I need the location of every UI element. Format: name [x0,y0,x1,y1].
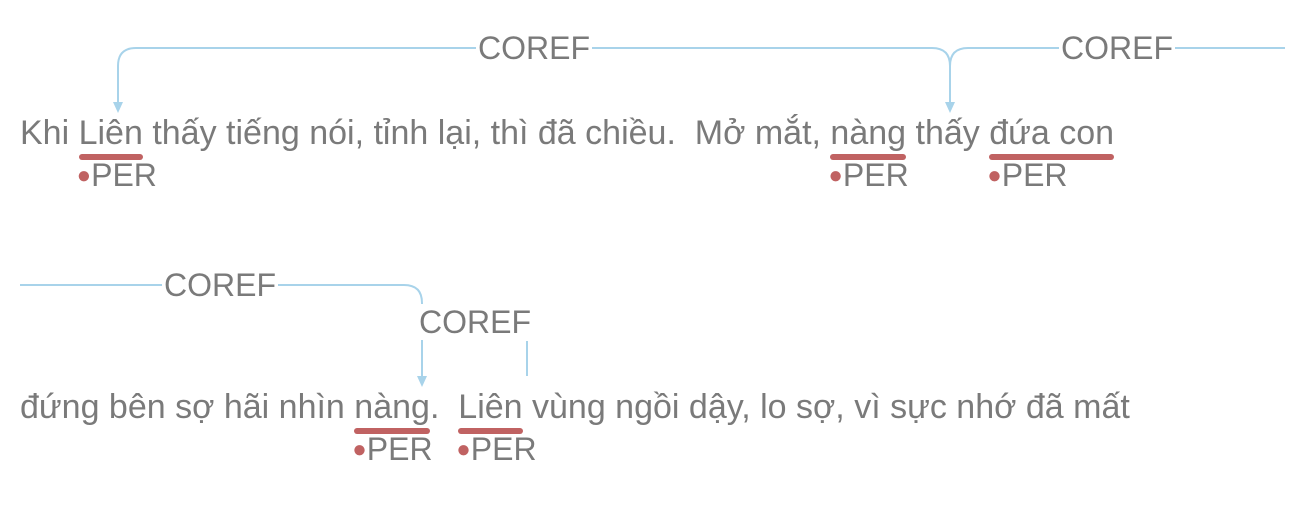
text-span: . [429,388,459,426]
entity-tag: ●PER [76,157,157,193]
coref-label-2: COREF [1059,30,1175,66]
arrowhead-3 [417,376,427,387]
text-span: vùng ngồi dậy, lo sợ, vì sực nhớ đã mất [522,388,1130,426]
mention-dua-con[interactable]: đứa con ●PER [987,113,1115,193]
entity-tag: ●PER [352,431,433,467]
relation-arcs [20,47,1285,387]
text-span: thấy [906,114,990,152]
entity-tag: ●PER [987,157,1068,193]
mention-lien-2[interactable]: Liên ●PER [456,387,536,467]
coref-label-3: COREF [162,267,278,303]
tag-dot: ● [76,162,92,189]
sentence-line-1: Khi Liên ●PER thấy tiếng nói, tỉnh lại, t… [20,113,1115,193]
tag-dot: ● [456,436,471,463]
sentence-line-2: đứng bên sợ hãi nhìn nàng ●PER. Liên ●PER … [20,387,1130,467]
entity-tag: ●PER [828,157,909,193]
entity-tag: ●PER [456,431,537,467]
text-span: Khi [20,114,79,152]
mention-nang-1[interactable]: nàng ●PER [828,113,908,193]
annotation-canvas: COREF COREF COREF COREF Khi Liên ●PER thấ… [0,0,1301,505]
tag-dot: ● [987,162,1002,189]
tag-dot: ● [352,436,367,463]
mention-lien-1[interactable]: Liên ●PER [77,113,157,193]
text-span: đứng bên sợ hãi nhìn [20,388,355,426]
arrowhead-1 [113,102,123,113]
tag-dot: ● [828,162,843,189]
mention-nang-2[interactable]: nàng ●PER [352,387,432,467]
coref-label-1: COREF [476,30,592,66]
text-span: thấy tiếng nói, tỉnh lại, thì đã chiều. … [142,114,831,152]
arrowhead-2 [945,102,955,113]
coref-label-4: COREF [417,304,533,340]
